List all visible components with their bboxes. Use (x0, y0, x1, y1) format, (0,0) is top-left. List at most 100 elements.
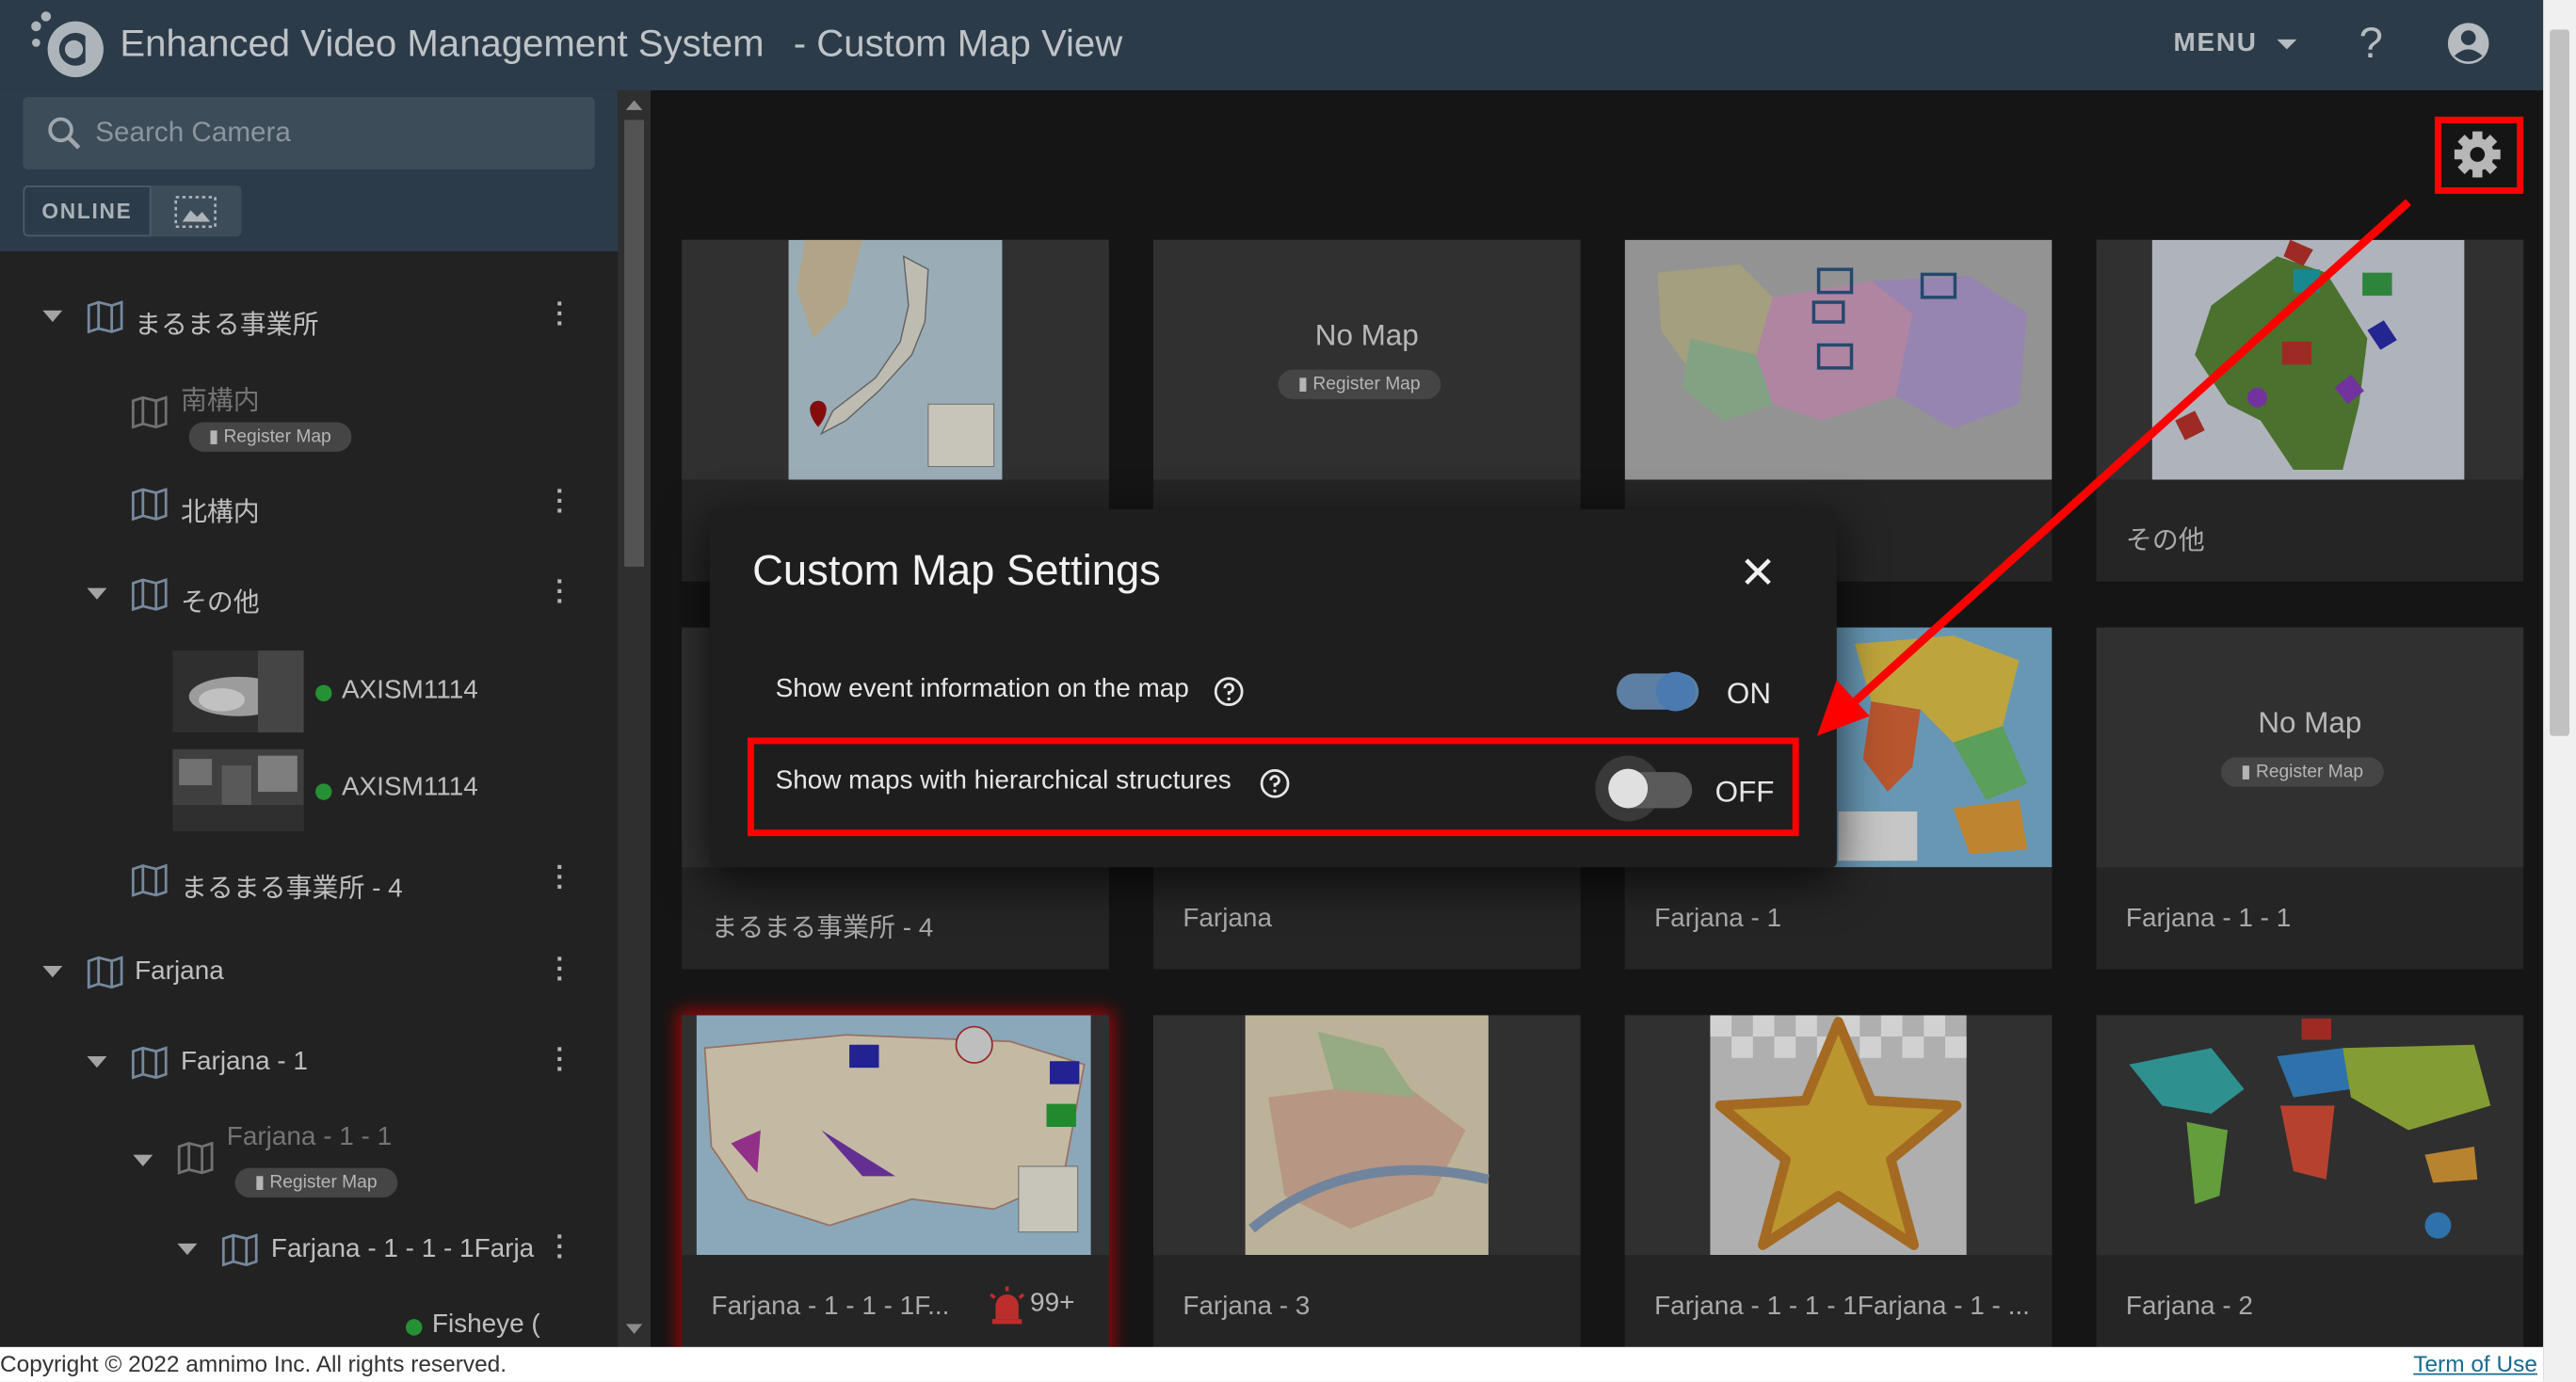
map-card[interactable]: Farjana - 1 - 1 - 1Farjana - 1 - ... (1624, 1015, 2053, 1347)
event-info-option-label: Show event information on the map (775, 675, 1189, 703)
map-mini-icon: ▮ (1297, 374, 1309, 394)
map-icon (131, 488, 168, 522)
gear-icon[interactable] (2451, 128, 2504, 181)
tree-item-farjana[interactable]: Farjana · · · (0, 947, 618, 999)
tree-item-label: 南構内 (180, 387, 260, 416)
kebab-menu-icon[interactable]: · · · (555, 292, 565, 338)
menu-button[interactable]: MENU (2174, 29, 2296, 58)
register-map-label: Register Map (223, 426, 331, 447)
camera-item-1[interactable]: AXISM1114 (0, 650, 618, 736)
page-scrollbar-thumb[interactable] (2550, 29, 2570, 736)
map-thumbnail-empty: No Map ▮ Register Map (1152, 239, 1581, 480)
tree-item-label: まるまる事業所 - 4 (180, 876, 403, 904)
kebab-menu-icon[interactable]: · · · (555, 1037, 565, 1084)
no-map-text: No Map (2258, 706, 2362, 740)
map-thumbnail (2096, 1015, 2524, 1256)
help-button[interactable]: ? (2359, 18, 2383, 69)
register-map-chip[interactable]: ▮ Register Map (188, 422, 351, 452)
map-thumbnail (1152, 1015, 1581, 1256)
map-icon (131, 395, 168, 429)
kebab-menu-icon[interactable]: · · · (555, 479, 565, 525)
tree-item-farjana-1-1-1[interactable]: Farjana - 1 - 1 - 1Farja · · · (0, 1225, 618, 1276)
search-camera-input[interactable] (95, 96, 588, 169)
map-card-label: Farjana - 1 - 1 - 1F... (711, 1293, 950, 1321)
map-thumbnail (682, 239, 1109, 480)
expand-caret-icon[interactable] (87, 587, 107, 600)
tree-item-label: 北構内 (180, 499, 260, 528)
register-map-chip[interactable]: ▮ Register Map (1278, 369, 1441, 400)
expand-caret-icon[interactable] (42, 310, 63, 323)
help-circle-icon[interactable] (1260, 768, 1290, 798)
camera-name: Fisheye ( (431, 1310, 540, 1340)
tree-item-minami[interactable]: 南構内 ▮ Register Map (0, 373, 618, 458)
tree-item-marumaru-4[interactable]: まるまる事業所 - 4 · · · (0, 855, 618, 907)
kebab-menu-icon[interactable]: · · · (555, 947, 565, 993)
close-icon[interactable] (1735, 549, 1781, 595)
account-icon[interactable] (2446, 22, 2490, 66)
map-thumbnail-empty: No Map ▮ Register Map (2096, 627, 2524, 868)
hierarchy-toggle-state: OFF (1715, 775, 1775, 809)
help-circle-icon[interactable] (1214, 677, 1244, 706)
online-status-dot (405, 1319, 423, 1336)
left-panel-toolbar: ONLINE (0, 89, 619, 251)
online-filter-button[interactable]: ONLINE (23, 185, 152, 237)
map-card[interactable]: Farjana - 2 (2096, 1015, 2524, 1347)
menu-label: MENU (2173, 29, 2258, 58)
tree-item-farjana-1-1[interactable]: Farjana - 1 - 1 ▮ Register Map (0, 1118, 618, 1204)
tree-scrollbar-thumb[interactable] (624, 120, 645, 567)
map-card-label: Farjana - 2 (2125, 1293, 2253, 1321)
terms-of-use-link[interactable]: Term of Use (2413, 1350, 2537, 1376)
alert-count-badge: 99+ (1030, 1289, 1075, 1318)
kebab-menu-icon[interactable]: · · · (555, 570, 565, 616)
register-map-label: Register Map (2255, 762, 2364, 782)
app-header: Enhanced Video Management System - Custo… (0, 0, 2544, 90)
register-map-label: Register Map (1312, 374, 1421, 394)
expand-caret-icon[interactable] (177, 1243, 198, 1256)
tree-item-kita[interactable]: 北構内 · · · (0, 479, 618, 530)
tree-item-marumaru[interactable]: まるまる事業所 · · · (0, 292, 618, 343)
hierarchy-option-label: Show maps with hierarchical structures (775, 766, 1232, 795)
camera-item-2[interactable]: AXISM1114 (0, 748, 618, 835)
tree-item-sonota[interactable]: その他 · · · (0, 570, 618, 620)
register-map-chip[interactable]: ▮ Register Map (234, 1167, 397, 1198)
map-card[interactable]: Farjana - 3 (1152, 1015, 1581, 1347)
tree-item-label: まるまる事業所 (135, 312, 319, 341)
tree-item-label: Farjana (135, 957, 224, 986)
page-subtitle: - Custom Map View (793, 21, 1123, 65)
register-map-chip[interactable]: ▮ Register Map (2221, 757, 2384, 787)
search-box (23, 96, 595, 169)
toggle-knob-on[interactable] (1655, 671, 1696, 712)
map-thumbnail (2096, 239, 2524, 480)
toggle-knob-off[interactable] (1608, 768, 1649, 809)
tree-item-label: Farjana - 1 (180, 1048, 308, 1076)
search-icon (48, 117, 81, 150)
copyright-text: Copyright © 2022 amnimo Inc. All rights … (0, 1350, 507, 1377)
map-card-label: Farjana - 1 - 1 - 1Farjana - 1 - ... (1654, 1293, 2030, 1321)
map-thumbnail (682, 1015, 1109, 1256)
map-icon (131, 863, 168, 897)
map-card-alert[interactable]: Farjana - 1 - 1 - 1F... 99+ (682, 1015, 1109, 1347)
map-icon (87, 300, 123, 334)
map-icon (177, 1141, 214, 1175)
map-thumbnail (1624, 1015, 2053, 1256)
kebab-menu-icon[interactable]: · · · (555, 1225, 565, 1271)
expand-caret-icon[interactable] (133, 1154, 153, 1166)
map-card[interactable]: No Map ▮ Register Map Farjana - 1 - 1 (2096, 627, 2524, 970)
scroll-down-arrow-icon[interactable] (625, 1324, 643, 1334)
map-card[interactable]: その他 (2096, 239, 2524, 582)
expand-caret-icon[interactable] (87, 1055, 107, 1069)
online-status-dot (315, 783, 332, 800)
kebab-menu-icon[interactable]: · · · (555, 855, 565, 901)
tree-scrollbar[interactable] (618, 89, 651, 1347)
map-icon (131, 1046, 168, 1080)
camera-item-fisheye[interactable]: Fisheye ( (0, 1303, 618, 1347)
scroll-up-arrow-icon[interactable] (625, 100, 643, 110)
map-card-label: Farjana (1183, 905, 1272, 934)
expand-caret-icon[interactable] (42, 966, 63, 978)
event-info-toggle-state: ON (1726, 676, 1772, 710)
camera-thumbnail (172, 650, 304, 733)
camera-name: AXISM1114 (341, 676, 478, 705)
register-map-label: Register Map (269, 1172, 378, 1193)
tree-item-farjana-1[interactable]: Farjana - 1 · · · (0, 1037, 618, 1089)
map-view-toggle-button[interactable] (151, 185, 242, 237)
